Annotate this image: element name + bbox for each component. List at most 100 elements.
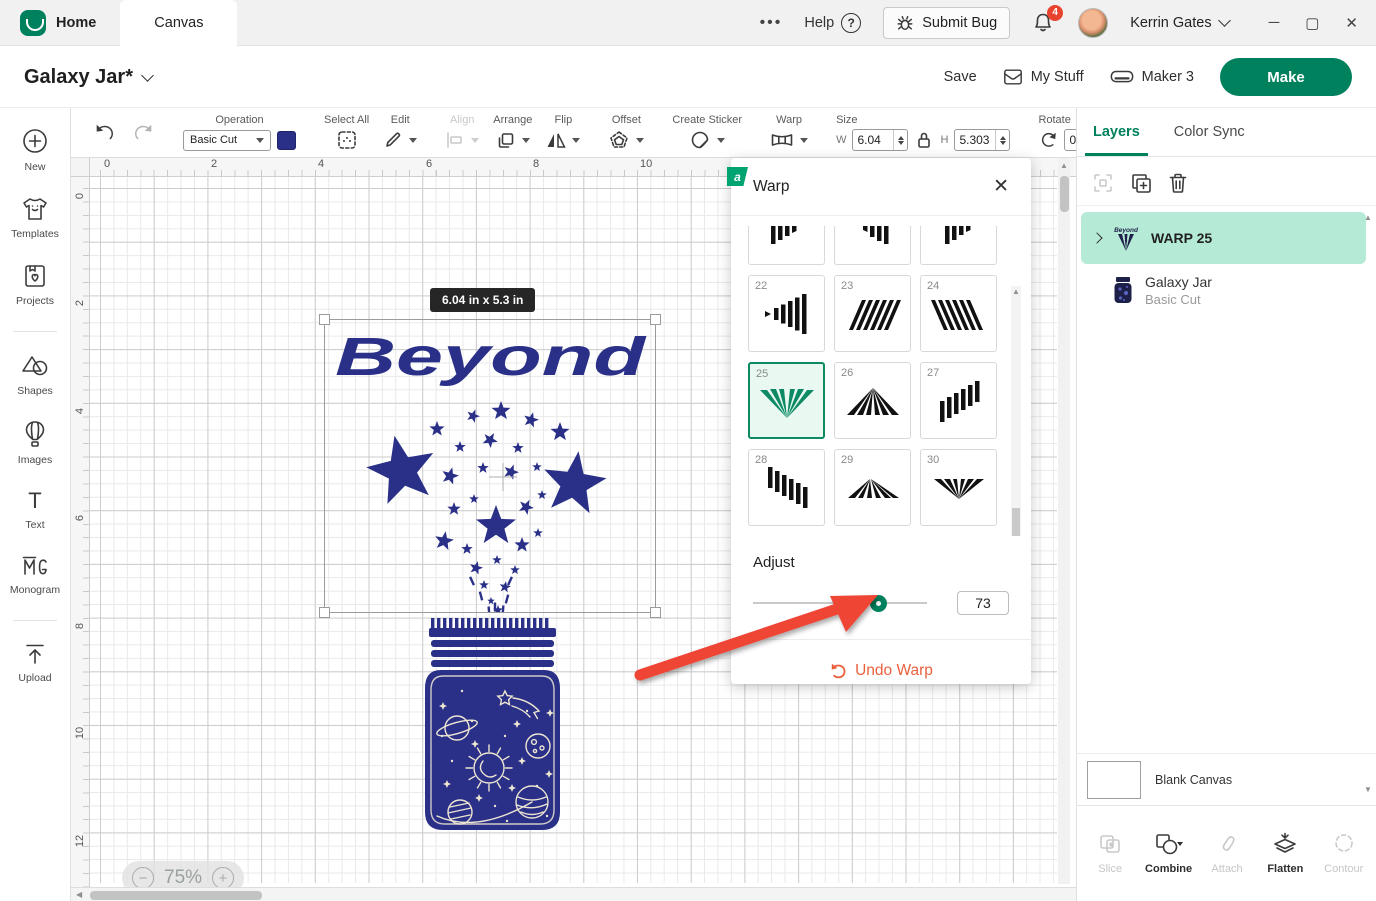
redo-button[interactable] <box>131 122 155 144</box>
select-all-group[interactable]: Select All <box>324 114 369 151</box>
scrollbar-thumb[interactable] <box>1060 176 1069 212</box>
height-input[interactable] <box>955 133 995 147</box>
maximize-button[interactable]: ▢ <box>1305 14 1319 32</box>
layer-row-galaxy-jar[interactable]: Galaxy Jar Basic Cut <box>1081 264 1366 316</box>
caret-down-icon <box>471 138 479 143</box>
make-button[interactable]: Make <box>1220 58 1352 96</box>
resize-handle-top-right[interactable] <box>650 314 661 325</box>
create-sticker-group[interactable]: Create Sticker <box>672 114 742 151</box>
slider-knob[interactable] <box>870 595 887 612</box>
duplicate-icon[interactable] <box>1129 171 1153 195</box>
ruler-corner <box>71 158 90 177</box>
warp-style-tile-26[interactable]: 26 <box>834 362 911 439</box>
warp-label: Warp <box>776 114 802 126</box>
slider-track[interactable] <box>753 602 927 604</box>
width-label: W <box>836 134 846 146</box>
tab-color-sync[interactable]: Color Sync <box>1172 108 1247 156</box>
align-label: Align <box>450 114 474 126</box>
resize-handle-top-left[interactable] <box>319 314 330 325</box>
warp-close-button[interactable]: ✕ <box>993 175 1009 198</box>
flip-group[interactable]: Flip <box>546 114 580 151</box>
warp-style-tile-22[interactable]: 22 <box>748 275 825 352</box>
sidebar-item-new[interactable]: New <box>20 126 50 173</box>
scrollbar-thumb[interactable] <box>90 891 262 900</box>
color-swatch[interactable] <box>277 131 296 150</box>
warp-style-tile-25-selected[interactable]: 25 <box>748 362 825 439</box>
notifications-button[interactable]: 4 <box>1032 10 1056 36</box>
sidebar-item-shapes[interactable]: Shapes <box>17 352 53 397</box>
save-button[interactable]: Save <box>944 69 977 85</box>
edit-group[interactable]: Edit <box>383 114 417 151</box>
warp-tile-number: 29 <box>841 454 853 466</box>
question-icon: ? <box>841 13 861 33</box>
expand-chevron-icon[interactable] <box>1091 232 1102 243</box>
warp-style-tile-29[interactable]: 29 <box>834 449 911 526</box>
resize-handle-bottom-left[interactable] <box>319 607 330 618</box>
machine-selector[interactable]: Maker 3 <box>1110 68 1194 86</box>
sidebar-item-upload[interactable]: Upload <box>18 641 51 684</box>
warp-style-tile[interactable] <box>748 226 825 265</box>
user-avatar[interactable] <box>1078 8 1108 38</box>
tab-canvas[interactable]: Canvas <box>120 0 237 46</box>
offset-group[interactable]: Offset <box>608 114 644 151</box>
adjust-value-input[interactable]: 73 <box>957 591 1009 615</box>
lock-icon[interactable] <box>916 131 932 149</box>
sidebar-item-images[interactable]: Images <box>18 419 52 466</box>
warp-style-tile-27[interactable]: 27 <box>920 362 997 439</box>
scrollbar-thumb[interactable] <box>1012 508 1020 536</box>
undo-warp-button[interactable]: Undo Warp <box>731 639 1031 701</box>
width-input[interactable] <box>853 133 893 147</box>
help-button[interactable]: Help ? <box>804 13 861 33</box>
overflow-menu-icon[interactable]: ••• <box>760 14 783 32</box>
adjust-slider[interactable] <box>753 595 927 611</box>
canvas-vertical-scrollbar[interactable]: ▲ <box>1058 158 1070 884</box>
zoom-out-button[interactable]: − <box>132 867 154 889</box>
undo-button[interactable] <box>93 122 117 144</box>
sidebar-item-text[interactable]: T Text <box>22 488 48 531</box>
height-stepper[interactable] <box>995 130 1009 150</box>
blank-canvas-row[interactable]: Blank Canvas <box>1077 753 1376 805</box>
scroll-up-arrow[interactable]: ▲ <box>1363 214 1373 222</box>
vertical-ruler: 0 2 4 6 8 10 12 <box>71 177 90 901</box>
minimize-button[interactable]: ─ <box>1269 14 1280 31</box>
tab-layers[interactable]: Layers <box>1091 108 1142 156</box>
scroll-up-arrow[interactable]: ▲ <box>1011 288 1021 296</box>
layer-actions-bar: Slice Combine Attach Flatten Contour <box>1077 805 1376 901</box>
resize-handle-bottom-right[interactable] <box>650 607 661 618</box>
close-button[interactable]: ✕ <box>1345 14 1358 32</box>
warp-style-tile-23[interactable]: 23 <box>834 275 911 352</box>
rotate-icon[interactable] <box>1038 130 1058 150</box>
layers-scrollbar[interactable]: ▲ ▼ <box>1363 214 1373 794</box>
project-title-menu[interactable]: Galaxy Jar* <box>24 66 152 89</box>
divider <box>13 331 57 332</box>
operation-select[interactable]: Basic Cut <box>183 130 271 151</box>
selection-box[interactable] <box>324 319 656 613</box>
sidebar-item-templates[interactable]: Templates <box>11 195 59 240</box>
scroll-left-arrow[interactable]: ◀ <box>76 891 82 899</box>
width-stepper[interactable] <box>893 130 907 150</box>
flatten-button[interactable]: Flatten <box>1257 832 1313 875</box>
warp-style-tile[interactable] <box>834 226 911 265</box>
user-menu[interactable]: Kerrin Gates <box>1130 15 1228 31</box>
zoom-in-button[interactable]: + <box>212 867 234 889</box>
warp-style-tile-30[interactable]: 30 <box>920 449 997 526</box>
warp-group[interactable]: Warp <box>770 114 808 151</box>
canvas-horizontal-scrollbar[interactable]: ◀ <box>71 887 1076 901</box>
sidebar-item-projects[interactable]: Projects <box>16 262 54 307</box>
group-icon[interactable] <box>1091 171 1115 195</box>
my-stuff-button[interactable]: My Stuff <box>1003 68 1084 86</box>
sidebar-item-monogram[interactable]: Monogram <box>10 553 60 596</box>
scroll-up-arrow[interactable]: ▲ <box>1058 158 1070 170</box>
warp-grid-scrollbar[interactable]: ▲ ▼ <box>1011 286 1021 536</box>
blank-canvas-swatch[interactable] <box>1087 761 1141 799</box>
submit-bug-button[interactable]: Submit Bug <box>883 7 1010 39</box>
arrange-group[interactable]: Arrange <box>493 114 532 151</box>
galaxy-jar-image[interactable] <box>417 616 568 832</box>
warp-style-tile-28[interactable]: 28 <box>748 449 825 526</box>
warp-style-tile[interactable] <box>920 226 997 265</box>
trash-icon[interactable] <box>1167 171 1189 195</box>
layer-row-warp25[interactable]: Beyond WARP 25 <box>1081 212 1366 264</box>
tab-home[interactable]: Home <box>0 0 120 46</box>
combine-button[interactable]: Combine <box>1141 832 1197 875</box>
warp-style-tile-24[interactable]: 24 <box>920 275 997 352</box>
